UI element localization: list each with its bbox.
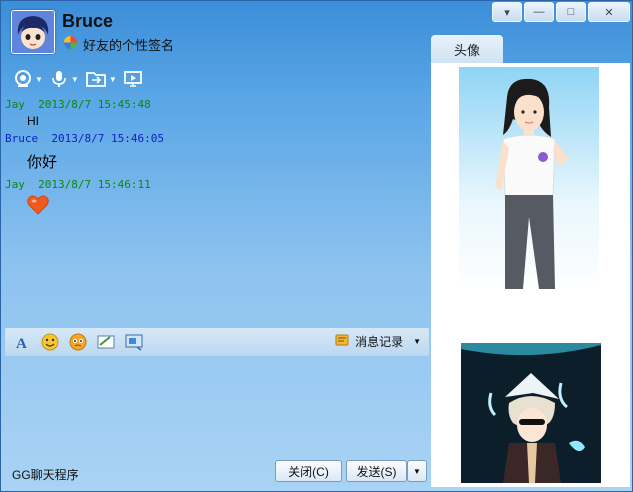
- webcam-button[interactable]: ▼: [13, 69, 43, 89]
- handwriting-icon: [97, 335, 115, 349]
- message-history-button[interactable]: 消息记录 ▼: [335, 333, 421, 350]
- send-button[interactable]: 发送(S): [346, 460, 407, 482]
- tab-avatar[interactable]: 头像: [431, 35, 503, 63]
- microphone-button[interactable]: ▼: [49, 69, 79, 89]
- smiley-button[interactable]: [41, 333, 59, 351]
- handwriting-button[interactable]: [97, 333, 115, 351]
- minimize-button[interactable]: —: [524, 2, 554, 22]
- avatar-panel: [431, 63, 630, 487]
- minimize-icon: —: [533, 6, 545, 18]
- svg-text:A: A: [16, 336, 27, 351]
- menu-button[interactable]: ▾: [492, 2, 522, 22]
- file-transfer-button[interactable]: ▼: [85, 69, 117, 89]
- chat-window: Bruce 好友的个性签名 ▾ — □ ✕ 头像 ▼ ▼ ▼ Jay 2013/…: [0, 0, 633, 492]
- chevron-down-icon[interactable]: ▼: [109, 75, 117, 84]
- screenshot-button[interactable]: [125, 333, 143, 351]
- file-transfer-icon: [85, 72, 106, 87]
- smiley-icon: [41, 333, 59, 351]
- girl-figure-illustration: [495, 78, 569, 289]
- microphone-icon: [52, 71, 66, 87]
- cartoon-avatar-icon: [12, 11, 54, 53]
- font-button[interactable]: A: [13, 333, 31, 352]
- user-show-image: [461, 343, 601, 483]
- screen-share-button[interactable]: [123, 69, 143, 89]
- message-header: Jay 2013/8/7 15:46:11: [5, 178, 151, 191]
- message-text: HI: [27, 114, 39, 128]
- chat-log-icon: [335, 334, 349, 346]
- maximize-icon: □: [567, 6, 575, 18]
- screenshot-icon: [125, 334, 143, 351]
- message-input[interactable]: [5, 357, 429, 453]
- message-history[interactable]: Jay 2013/8/7 15:45:48 HI Bruce 2013/8/7 …: [5, 94, 429, 326]
- maximize-button[interactable]: □: [556, 2, 586, 22]
- heart-icon: [27, 195, 49, 215]
- chat-toolbar: ▼ ▼ ▼: [13, 69, 143, 89]
- message-header: Jay 2013/8/7 15:45:48: [5, 98, 151, 111]
- contact-name: Bruce: [62, 11, 114, 31]
- font-icon: A: [16, 336, 27, 352]
- window-controls: ▾ — □ ✕: [492, 2, 630, 22]
- chevron-down-icon: ▼: [413, 466, 421, 476]
- close-icon: ✕: [604, 6, 614, 19]
- contact-signature: 好友的个性签名: [83, 38, 175, 53]
- input-toolbar: A 消息记录 ▼: [5, 328, 429, 356]
- message-history-label: 消息记录: [355, 335, 404, 349]
- chevron-down-icon[interactable]: ▼: [35, 75, 43, 84]
- contact-show-image: [459, 67, 599, 293]
- webcam-icon: [15, 70, 31, 87]
- chevron-down-icon[interactable]: ▼: [413, 337, 421, 346]
- chevron-down-icon[interactable]: ▼: [71, 75, 79, 84]
- emoji-pack-button[interactable]: [69, 333, 87, 351]
- send-options-button[interactable]: ▼: [407, 460, 427, 482]
- pinwheel-icon: [64, 36, 77, 49]
- emoji-pack-icon: [69, 333, 87, 351]
- close-window-button[interactable]: ✕: [588, 2, 630, 22]
- message-header: Bruce 2013/8/7 15:46:05: [5, 132, 164, 145]
- app-label: GG聊天程序: [12, 468, 79, 482]
- message-text: 你好: [27, 154, 58, 171]
- menu-icon: ▾: [504, 6, 510, 19]
- contact-avatar[interactable]: [11, 10, 55, 54]
- close-button[interactable]: 关闭(C): [275, 460, 342, 482]
- screen-share-icon: [123, 71, 142, 87]
- boy-figure-illustration: [461, 343, 601, 483]
